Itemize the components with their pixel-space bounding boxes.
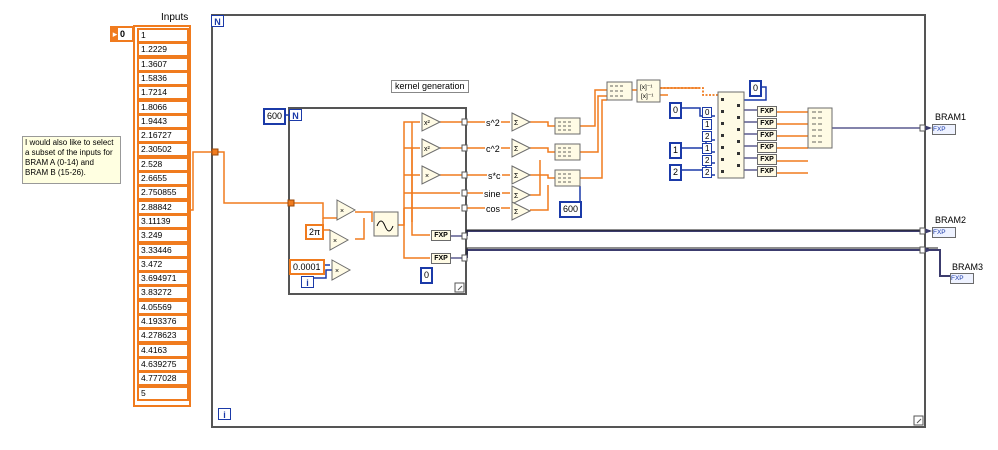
index-constant[interactable]: 2 xyxy=(702,167,713,178)
svg-text:Σ: Σ xyxy=(514,146,519,153)
outer-loop-count-terminal[interactable]: N xyxy=(211,15,224,27)
array-element[interactable]: 4.278623 xyxy=(137,328,189,344)
array-element[interactable]: 3.694971 xyxy=(137,271,189,287)
wire-label-c2: c^2 xyxy=(485,144,501,154)
array-element[interactable]: 4.05569 xyxy=(137,299,189,315)
fxp-conversion-node[interactable]: FXP xyxy=(757,142,777,153)
array-element[interactable]: 3.33446 xyxy=(137,242,189,258)
array-element[interactable]: 3.472 xyxy=(137,256,189,272)
fxp-conversion-node[interactable]: FXP xyxy=(757,106,777,117)
array-element[interactable]: 2.750855 xyxy=(137,185,189,201)
array-element[interactable]: 1.8066 xyxy=(137,99,189,115)
index-constant[interactable]: 0 xyxy=(702,107,713,118)
inner-loop-label: kernel generation xyxy=(391,80,469,93)
index-constant[interactable]: 1 xyxy=(702,119,713,130)
array-element[interactable]: 1.2229 xyxy=(137,42,189,58)
zero-constant[interactable]: 0 xyxy=(420,267,434,284)
fxp-conversion-node[interactable]: FXP xyxy=(757,154,777,165)
svg-text:x²: x² xyxy=(424,146,431,153)
svg-text:×: × xyxy=(335,268,339,275)
bram-indicator-label: BRAM2 xyxy=(935,215,967,225)
svg-text:[x]⁻¹: [x]⁻¹ xyxy=(641,93,654,100)
inner-loop-count-terminal[interactable]: N xyxy=(289,109,302,121)
array-element[interactable]: 2.528 xyxy=(137,156,189,172)
two-pi-constant[interactable]: 2π xyxy=(305,224,325,240)
bram-indicator-label: BRAM3 xyxy=(952,262,984,272)
array-element[interactable]: 4.4163 xyxy=(137,342,189,358)
array-element[interactable]: 3.83272 xyxy=(137,285,189,301)
index-constant[interactable]: 2 xyxy=(702,131,713,142)
index-constant[interactable]: 2 xyxy=(702,155,713,166)
count-600-constant[interactable]: 600 xyxy=(559,201,583,218)
svg-text:Σ: Σ xyxy=(514,193,519,200)
bram-indicator-terminal[interactable]: FXP xyxy=(932,227,956,238)
wire-label-sc: s*c xyxy=(487,171,502,181)
outer-for-loop-frame xyxy=(211,14,926,428)
fxp-conversion-node[interactable]: FXP xyxy=(757,118,777,129)
zero-index-constant[interactable]: 0 xyxy=(669,102,683,119)
svg-text:×: × xyxy=(340,208,344,215)
outer-loop-iteration-terminal[interactable]: i xyxy=(218,408,231,420)
array-element[interactable]: 5 xyxy=(137,385,189,401)
wire-label-s2: s^2 xyxy=(485,118,501,128)
fxp-conversion-node[interactable]: FXP xyxy=(757,166,777,177)
array-element[interactable]: 2.6655 xyxy=(137,171,189,186)
zero-length-constant[interactable]: 0 xyxy=(749,80,763,97)
array-index-value[interactable]: 0 xyxy=(120,29,125,39)
svg-text:×: × xyxy=(425,173,429,180)
svg-text:Σ: Σ xyxy=(514,209,519,216)
array-element[interactable]: 1.9443 xyxy=(137,113,189,129)
array-element[interactable]: 3.11139 xyxy=(137,213,189,229)
array-index-display[interactable]: ▸ 0 xyxy=(110,26,134,42)
one-constant[interactable]: 1 xyxy=(669,142,683,159)
array-element[interactable]: 1.5836 xyxy=(137,70,189,86)
array-element[interactable]: 2.16727 xyxy=(137,128,189,144)
wire-label-cos: cos xyxy=(485,204,502,214)
bram-indicator-label: BRAM1 xyxy=(935,112,967,122)
array-element[interactable]: 2.88842 xyxy=(137,199,189,215)
array-element[interactable]: 2.30502 xyxy=(137,142,189,158)
array-element[interactable]: 3.249 xyxy=(137,228,189,244)
array-element[interactable]: 4.777028 xyxy=(137,371,189,387)
bram-indicator-terminal[interactable]: FXP xyxy=(932,124,956,135)
svg-text:[x]⁻¹: [x]⁻¹ xyxy=(640,84,653,91)
array-element[interactable]: 1 xyxy=(137,28,189,43)
fxp-conversion-node[interactable]: FXP xyxy=(431,253,451,264)
svg-text:×: × xyxy=(333,238,337,245)
svg-text:Σ: Σ xyxy=(514,173,519,180)
wire-label-sine: sine xyxy=(483,189,502,199)
fxp-conversion-node[interactable]: FXP xyxy=(757,130,777,141)
inner-loop-iteration-terminal[interactable]: i xyxy=(301,276,314,288)
array-element[interactable]: 1.7214 xyxy=(137,85,189,101)
bram-indicator-terminal[interactable]: FXP xyxy=(950,273,974,284)
index-increment-icon[interactable]: ▸ xyxy=(112,28,118,40)
array-element[interactable]: 1.3607 xyxy=(137,56,189,72)
svg-text:x²: x² xyxy=(424,120,431,127)
index-constant[interactable]: 1 xyxy=(702,143,713,154)
fxp-conversion-node[interactable]: FXP xyxy=(431,230,451,241)
array-element[interactable]: 4.193376 xyxy=(137,314,189,329)
array-element[interactable]: 4.639275 xyxy=(137,356,189,372)
two-constant[interactable]: 2 xyxy=(669,164,683,181)
step-constant[interactable]: 0.0001 xyxy=(289,259,325,275)
loop-count-constant[interactable]: 600 xyxy=(263,108,287,125)
inputs-array-title: Inputs xyxy=(161,12,189,23)
free-label-comment: I would also like to select a subset of … xyxy=(22,136,121,184)
svg-text:Σ: Σ xyxy=(514,120,519,127)
